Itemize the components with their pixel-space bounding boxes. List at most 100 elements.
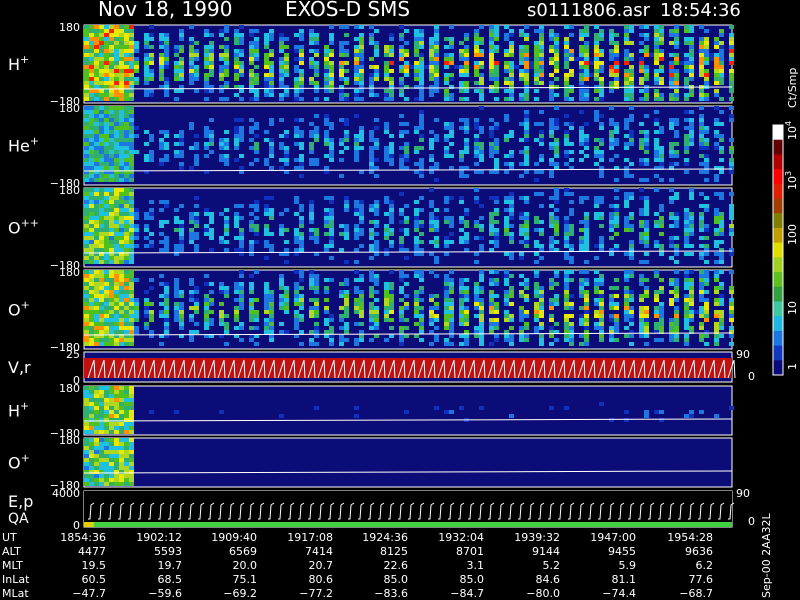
- spectrogram-cell: [314, 49, 319, 53]
- spectrogram-cell: [719, 252, 724, 256]
- spectrogram-cell: [474, 118, 479, 122]
- spectrogram-cell: [149, 53, 154, 57]
- spectrogram-cell: [194, 290, 199, 294]
- spectrogram-cell: [119, 162, 124, 166]
- spectrogram-cell: [299, 154, 304, 158]
- spectrogram-cell: [524, 322, 529, 326]
- table-cell: −84.7: [450, 587, 484, 600]
- spectrogram-cell: [519, 338, 524, 342]
- spectrogram-cell: [554, 106, 559, 110]
- colorbar-tick: 10: [786, 301, 799, 315]
- spectrogram-cell: [129, 414, 134, 418]
- spectrogram-cell: [584, 302, 589, 306]
- spectrogram-cell: [384, 310, 389, 314]
- spectrogram-cell: [729, 69, 734, 73]
- spectrogram-cell: [669, 61, 674, 65]
- spectrogram-cell: [254, 208, 259, 212]
- spectrogram-cell: [629, 306, 634, 310]
- spectrogram-cell: [174, 282, 179, 286]
- spectrogram-cell: [699, 256, 704, 260]
- spectrogram-cell: [539, 326, 544, 330]
- panel-label: He+: [8, 135, 39, 156]
- spectrogram-cell: [509, 192, 514, 196]
- spectrogram-cell: [114, 224, 119, 228]
- spectrogram-cell: [339, 138, 344, 142]
- spectrogram-cell: [99, 142, 104, 146]
- spectrogram-cell: [119, 200, 124, 204]
- spectrogram-cell: [444, 73, 449, 77]
- spectrogram-cell: [354, 212, 359, 216]
- spectrogram-cell: [284, 93, 289, 97]
- spectrogram-cell: [324, 244, 329, 248]
- spectrogram-cell: [414, 77, 419, 81]
- spectrogram-cell: [699, 220, 704, 224]
- spectrogram-cell: [644, 314, 649, 318]
- spectrogram-cell: [239, 97, 244, 101]
- spectrogram-cell: [159, 208, 164, 212]
- spectrogram-cell: [129, 150, 134, 154]
- spectrogram-cell: [384, 65, 389, 69]
- spectrogram-cell: [84, 386, 89, 390]
- spectrogram-cell: [299, 232, 304, 236]
- spectrogram-cell: [294, 93, 299, 97]
- spectrogram-cell: [474, 286, 479, 290]
- spectrogram-cell: [554, 53, 559, 57]
- spectrogram-cell: [459, 278, 464, 282]
- spectrogram-cell: [609, 318, 614, 322]
- spectrogram-cell: [124, 338, 129, 342]
- spectrogram-cell: [519, 150, 524, 154]
- spectrogram-cell: [444, 278, 449, 282]
- spectrogram-cell: [494, 326, 499, 330]
- spectrogram-cell: [94, 81, 99, 85]
- colorbar-segment: [773, 183, 783, 200]
- spectrogram-cell: [369, 232, 374, 236]
- spectrogram-cell: [584, 45, 589, 49]
- spectrogram-cell: [374, 49, 379, 53]
- spectrogram-cell: [669, 65, 674, 69]
- spectrogram-cell: [119, 260, 124, 264]
- spectrogram-cell: [124, 224, 129, 228]
- spectrogram-cell: [564, 138, 569, 142]
- spectrogram-cell: [654, 97, 659, 101]
- spectrogram-cell: [479, 286, 484, 290]
- spectrogram-cell: [159, 142, 164, 146]
- spectrogram-cell: [629, 130, 634, 134]
- spectrogram-cell: [164, 248, 169, 252]
- spectrogram-cell: [419, 224, 424, 228]
- spectrogram-cell: [129, 97, 134, 101]
- spectrogram-cell: [94, 478, 99, 482]
- spectrogram-cell: [684, 65, 689, 69]
- spectrogram-cell: [624, 204, 629, 208]
- spectrogram-cell: [689, 142, 694, 146]
- spectrogram-cell: [329, 37, 334, 41]
- panel-1: H+180−180: [8, 21, 734, 108]
- spectrogram-cell: [584, 290, 589, 294]
- spectrogram-cell: [299, 302, 304, 306]
- spectrogram-cell: [239, 204, 244, 208]
- spectrogram-cell: [494, 162, 499, 166]
- spectrogram-cell: [464, 81, 469, 85]
- spectrogram-cell: [659, 314, 664, 318]
- spectrogram-cell: [594, 61, 599, 65]
- spectrogram-cell: [309, 29, 314, 33]
- spectrogram-cell: [309, 158, 314, 162]
- spectrogram-cell: [144, 130, 149, 134]
- spectrogram-cell: [114, 150, 119, 154]
- spectrogram-cell: [99, 274, 104, 278]
- spectrogram-cell: [509, 97, 514, 101]
- spectrogram-cell: [324, 134, 329, 138]
- spectrogram-cell: [584, 306, 589, 310]
- spectrogram-cell: [654, 306, 659, 310]
- spectrogram-cell: [579, 200, 584, 204]
- spectrogram-cell: [239, 236, 244, 240]
- spectrogram-cell: [124, 154, 129, 158]
- spectrogram-cell: [114, 106, 119, 110]
- panel-label-superscript: +: [20, 53, 29, 66]
- spectrogram-cell: [104, 154, 109, 158]
- spectrogram-cell: [564, 290, 569, 294]
- right-tick-bottom: 0: [748, 515, 755, 528]
- spectrogram-cell: [434, 118, 439, 122]
- spectrogram-cell: [89, 138, 94, 142]
- spectrogram-cell: [614, 142, 619, 146]
- spectrogram-cell: [284, 57, 289, 61]
